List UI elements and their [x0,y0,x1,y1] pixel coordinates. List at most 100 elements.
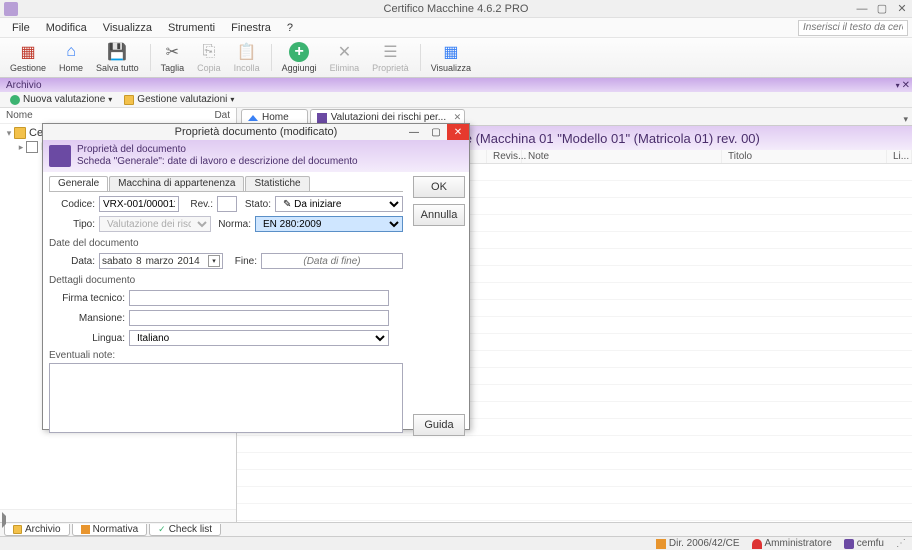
help-button[interactable]: Guida [413,414,465,436]
dialog-title: Proprietà documento (modificato) [175,126,338,138]
tree-col-date: Dat [190,110,230,121]
menubar: File Modifica Visualizza Strumenti Fines… [0,18,912,38]
ribbon-incolla: 📋Incolla [228,40,267,75]
label-fine: Fine: [227,256,257,267]
normativa-icon [81,525,90,534]
label-mansione: Mansione: [49,313,125,324]
project-icon [26,141,38,153]
ribbon-aggiungi[interactable]: +Aggiungi [276,40,324,75]
menu-visualizza[interactable]: Visualizza [95,20,160,36]
menu-help[interactable]: ? [279,20,301,36]
window-maximize[interactable]: ▢ [872,1,892,17]
input-codice[interactable] [99,196,179,212]
dlg-tab-generale[interactable]: Generale [49,176,108,191]
dialog-form: Generale Macchina di appartenenza Statis… [43,172,409,440]
app-title: Certifico Macchine 4.6.2 PRO [384,3,529,15]
expander-icon[interactable]: ▾ [4,128,14,139]
dlg-tab-macchina[interactable]: Macchina di appartenenza [109,176,244,191]
statusbar: Dir. 2006/42/CE Amministratore cemfu ⋰ [0,536,912,550]
select-norma[interactable]: EN 280:2009 [255,216,403,232]
label-note: Eventuali note: [49,350,403,361]
ribbon-taglia[interactable]: ✂Taglia [155,40,192,75]
date-picker[interactable]: sabato 8 marzo 2014 ▾ [99,253,223,269]
risk-icon [317,113,327,123]
section-date: Date del documento [49,238,403,249]
dialog-header-icon [49,145,71,167]
sidebar-hscroll[interactable] [0,509,236,522]
account-icon [844,539,854,549]
ribbon-visualizza[interactable]: ▦Visualizza [425,40,478,75]
ribbon-gestione[interactable]: ▦Gestione [4,40,53,75]
properties-dialog: Proprietà documento (modificato) — ▢ ✕ P… [42,123,470,430]
menu-finestra[interactable]: Finestra [223,20,279,36]
section-dettagli: Dettagli documento [49,275,403,286]
folder-icon [124,95,134,105]
label-data: Data: [49,256,95,267]
dialog-titlebar: Proprietà documento (modificato) — ▢ ✕ [43,124,469,140]
textarea-note[interactable] [49,363,403,433]
input-fine[interactable] [261,253,403,269]
menu-file[interactable]: File [4,20,38,36]
menu-strumenti[interactable]: Strumenti [160,20,223,36]
ribbon-elimina: ✕Elimina [324,40,367,75]
ribbon-home[interactable]: ⌂Home [53,40,90,75]
home-icon [248,115,258,121]
search-input[interactable] [798,20,908,36]
section-strip: Archivio ▾ ✕ [0,78,912,92]
btab-checklist[interactable]: ✓Check list [149,524,221,536]
plus-icon [10,95,20,105]
dialog-header-line1: Proprietà del documento [77,144,358,157]
dialog-maximize[interactable]: ▢ [425,124,447,140]
select-lingua[interactable]: Italiano [129,330,389,346]
ribbon-proprieta: ☰Proprietà [366,40,416,75]
section-label: Archivio [6,80,42,91]
status-dir: Dir. 2006/42/CE [669,538,740,549]
col-li[interactable]: Li... [887,150,912,163]
company-icon [14,127,26,139]
col-revis[interactable]: Revis... [487,150,522,163]
bottom-tabs: Archivio Normativa ✓Check list [0,522,912,536]
archive-icon [13,525,22,534]
dialog-header: Proprietà del documento Scheda "Generale… [43,140,469,172]
status-user: cemfu [857,538,884,549]
btab-normativa[interactable]: Normativa [72,524,148,536]
label-codice: Codice: [49,199,95,210]
dlg-tab-statistiche[interactable]: Statistiche [245,176,309,191]
statusbar-resize[interactable]: ⋰ [896,538,906,549]
ribbon-salva[interactable]: 💾Salva tutto [90,40,146,75]
ribbon: ▦Gestione ⌂Home 💾Salva tutto ✂Taglia ⎘Co… [0,38,912,78]
section-dropdown[interactable]: ▾ [896,81,900,90]
window-close[interactable]: ✕ [892,1,912,17]
label-firma: Firma tecnico: [49,293,125,304]
col-titolo[interactable]: Titolo [722,150,887,163]
check-icon: ✓ [158,524,166,535]
subtool-nuova[interactable]: Nuova valutazione▾ [4,94,118,105]
label-norma: Norma: [215,219,251,230]
calendar-icon[interactable]: ▾ [208,255,220,267]
select-stato[interactable]: ✎ Da iniziare [275,196,403,212]
label-lingua: Lingua: [49,333,125,344]
section-close[interactable]: ✕ [902,80,910,91]
dialog-minimize[interactable]: — [403,124,425,140]
subtool-gestione[interactable]: Gestione valutazioni▾ [118,94,240,105]
expander-icon[interactable]: ▸ [16,142,26,153]
window-minimize[interactable]: — [852,1,872,17]
label-tipo: Tipo: [49,219,95,230]
label-rev: Rev.: [183,199,213,210]
status-role: Amministratore [765,538,832,549]
cancel-button[interactable]: Annulla [413,204,465,226]
select-tipo: Valutazione dei rischi personalizzata [99,216,211,232]
input-mansione[interactable] [129,310,389,326]
titlebar: Certifico Macchine 4.6.2 PRO — ▢ ✕ [0,0,912,18]
ribbon-copia: ⎘Copia [191,40,228,75]
app-icon [4,2,18,16]
menu-modifica[interactable]: Modifica [38,20,95,36]
ok-button[interactable]: OK [413,176,465,198]
input-firma[interactable] [129,290,389,306]
col-note[interactable]: Note [522,150,722,163]
dialog-close[interactable]: ✕ [447,124,469,140]
input-rev[interactable] [217,196,237,212]
dialog-header-line2: Scheda "Generale": date di lavoro e desc… [77,156,358,169]
tab-close-icon[interactable]: ✕ [454,112,462,123]
tabs-dropdown[interactable]: ▾ [903,114,908,125]
